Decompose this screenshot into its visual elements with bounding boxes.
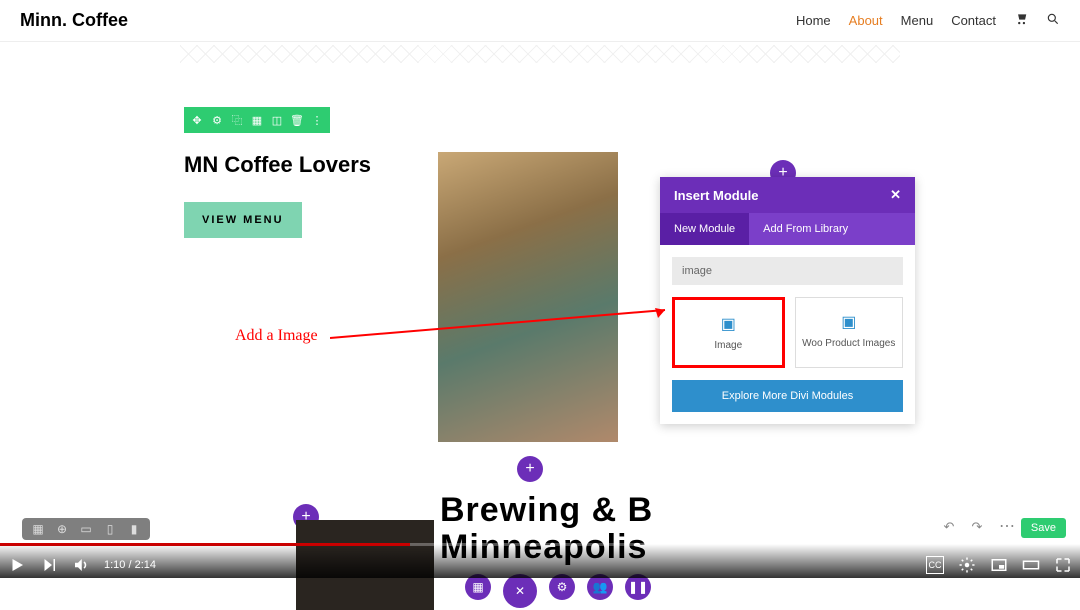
annotation-label: Add a Image xyxy=(235,327,318,345)
nav-home[interactable]: Home xyxy=(796,13,831,28)
lock-icon[interactable]: ◫ xyxy=(268,111,286,129)
save-button[interactable]: Save xyxy=(1021,518,1066,538)
view-menu-button[interactable]: VIEW MENU xyxy=(184,202,302,238)
mobile-icon[interactable]: ▮ xyxy=(126,522,142,536)
theater-icon[interactable] xyxy=(1022,556,1040,574)
image-module-icon: ▣ xyxy=(681,314,776,334)
miniplayer-icon[interactable] xyxy=(990,556,1008,574)
insert-module-modal: Insert Module ✕ New Module Add From Libr… xyxy=(660,177,915,424)
builder-mini-toolbar: ▦ ⊕ ▭ ▯ ▮ xyxy=(22,518,150,540)
annotation-arrow xyxy=(330,308,675,348)
delete-icon[interactable]: 🗑 xyxy=(288,111,306,129)
modal-body: image ▣ Image ▣ Woo Product Images Explo… xyxy=(660,245,915,424)
settings-icon[interactable]: ⚙ xyxy=(208,111,226,129)
video-time: 1:10 / 2:14 xyxy=(104,559,156,571)
wireframe-icon[interactable]: ▦ xyxy=(30,522,46,536)
undo-icon[interactable]: ↶ xyxy=(938,516,960,538)
play-icon[interactable] xyxy=(8,556,26,574)
module-woo-product-images[interactable]: ▣ Woo Product Images xyxy=(795,297,904,368)
site-logo[interactable]: Minn. Coffee xyxy=(20,10,128,31)
barista-image[interactable] xyxy=(438,152,618,442)
modal-title: Insert Module xyxy=(674,188,759,203)
settings-gear-icon[interactable] xyxy=(958,556,976,574)
volume-icon[interactable] xyxy=(72,556,90,574)
explore-modules-button[interactable]: Explore More Divi Modules xyxy=(672,380,903,412)
more-icon[interactable]: ⋮ xyxy=(308,111,326,129)
module-image[interactable]: ▣ Image xyxy=(672,297,785,368)
modal-header: Insert Module ✕ xyxy=(660,177,915,213)
desktop-icon[interactable]: ▭ xyxy=(78,522,94,536)
move-icon[interactable]: ✥ xyxy=(188,111,206,129)
woo-module-icon: ▣ xyxy=(802,312,897,332)
pill-close-icon[interactable]: ✕ xyxy=(503,574,537,608)
nav-about[interactable]: About xyxy=(849,13,883,28)
tablet-icon[interactable]: ▯ xyxy=(102,522,118,536)
captions-icon[interactable]: CC xyxy=(926,556,944,574)
add-module-button[interactable]: + xyxy=(517,456,543,482)
video-controls-bar: 1:10 / 2:14 CC xyxy=(0,544,1080,578)
zoom-icon[interactable]: ⊕ xyxy=(54,522,70,536)
tab-add-from-library[interactable]: Add From Library xyxy=(749,213,862,245)
next-icon[interactable] xyxy=(40,556,58,574)
fullscreen-icon[interactable] xyxy=(1054,556,1072,574)
section-controls: ▦ ✕ ⚙ 👥 ❚❚ xyxy=(465,574,651,608)
search-icon[interactable] xyxy=(1046,12,1060,29)
nav-contact[interactable]: Contact xyxy=(951,13,996,28)
page-heading[interactable]: MN Coffee Lovers xyxy=(184,152,371,178)
close-icon[interactable]: ✕ xyxy=(890,187,901,203)
redo-icon[interactable]: ↷ xyxy=(966,516,988,538)
save-icon[interactable]: ▦ xyxy=(248,111,266,129)
duplicate-icon[interactable]: ⿻ xyxy=(228,111,246,129)
module-search-input[interactable]: image xyxy=(672,257,903,285)
module-toolbar[interactable]: ✥ ⚙ ⿻ ▦ ◫ 🗑 ⋮ xyxy=(184,107,330,133)
tab-new-module[interactable]: New Module xyxy=(660,213,749,245)
modal-tabs: New Module Add From Library xyxy=(660,213,915,245)
main-nav: Home About Menu Contact xyxy=(796,12,1060,29)
site-header: Minn. Coffee Home About Menu Contact xyxy=(0,0,1080,42)
cart-icon[interactable] xyxy=(1014,12,1028,29)
undo-redo: ↶ ↷ xyxy=(938,516,988,538)
nav-menu[interactable]: Menu xyxy=(901,13,934,28)
more-options-icon[interactable]: ⋯ xyxy=(996,516,1018,538)
